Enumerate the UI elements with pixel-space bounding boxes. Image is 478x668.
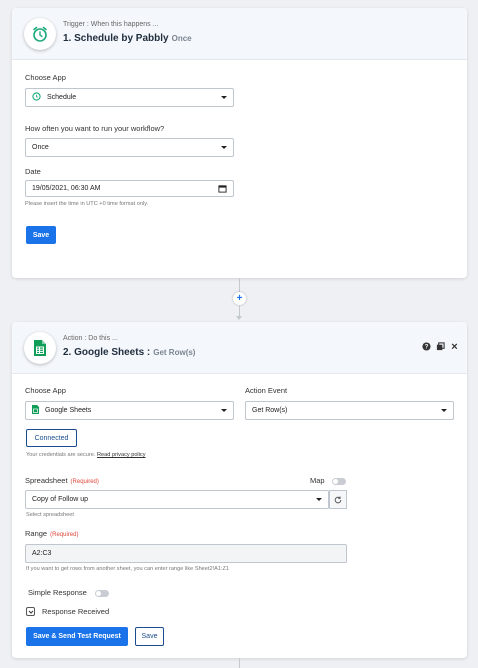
close-icon[interactable]: × xyxy=(450,341,459,353)
action-event-select[interactable]: Get Row(s) xyxy=(245,401,454,420)
action-subtitle: Action : Do this ... xyxy=(63,335,118,342)
schedule-icon xyxy=(32,92,41,103)
credentials-note: Your credentials are secure. Read privac… xyxy=(26,452,146,458)
action-title-text: 2. Google Sheets : xyxy=(63,347,151,358)
trigger-title-tag: Once xyxy=(171,34,192,43)
action-event-label: Action Event xyxy=(245,386,288,395)
spreadsheet-hint: Select spreadsheet xyxy=(26,512,74,518)
svg-text:?: ? xyxy=(425,344,429,351)
action-header[interactable]: Action : Do this ... 2. Google Sheets :G… xyxy=(12,322,467,374)
connector-line-top xyxy=(239,278,240,292)
connector-line-end xyxy=(239,658,240,668)
action-save-button[interactable]: Save xyxy=(135,627,164,646)
copy-icon[interactable] xyxy=(436,342,445,351)
choose-app-value: Schedule xyxy=(47,94,77,101)
privacy-policy-link[interactable]: Read privacy policy xyxy=(97,452,146,458)
add-step-button[interactable]: + xyxy=(233,292,246,305)
chevron-down-icon xyxy=(221,96,227,99)
choose-app-label: Choose App xyxy=(25,73,66,82)
action-card: Action : Do this ... 2. Google Sheets :G… xyxy=(12,322,467,658)
date-value: 19/05/2021, 06:30 AM xyxy=(32,185,101,192)
action-title-tag: Get Row(s) xyxy=(153,348,196,357)
response-received-chevron-icon[interactable] xyxy=(26,607,35,616)
range-required: (Required) xyxy=(50,532,79,538)
google-sheets-icon xyxy=(24,332,56,364)
range-label-text: Range xyxy=(25,529,48,538)
frequency-label: How often you want to run your workflow? xyxy=(25,124,165,133)
simple-response-toggle[interactable] xyxy=(95,590,109,597)
connected-button[interactable]: Connected xyxy=(26,429,77,447)
spreadsheet-label: Spreadsheet (Required) xyxy=(25,476,99,485)
refresh-icon[interactable] xyxy=(329,490,347,509)
sheets-mini-icon xyxy=(32,405,39,416)
range-label: Range (Required) xyxy=(25,529,78,538)
simple-response-label: Simple Response xyxy=(28,588,87,597)
action-title: 2. Google Sheets : Get Row(s) xyxy=(63,347,195,358)
calendar-icon[interactable] xyxy=(218,184,227,195)
action-choose-app-select[interactable]: Google Sheets xyxy=(25,401,234,420)
choose-app-select[interactable]: Schedule xyxy=(25,88,234,107)
trigger-title-text: 1. Schedule by Pabbly xyxy=(63,33,169,44)
alarm-clock-icon xyxy=(24,18,56,50)
action-choose-app-value: Google Sheets xyxy=(45,407,92,414)
chevron-down-icon xyxy=(441,409,447,412)
frequency-select[interactable]: Once xyxy=(25,138,234,157)
chevron-down-icon xyxy=(316,498,322,501)
chevron-down-icon xyxy=(221,146,227,149)
spreadsheet-select[interactable]: Copy of Follow up xyxy=(25,490,329,509)
spreadsheet-label-text: Spreadsheet xyxy=(25,476,68,485)
credentials-text: Your credentials are secure. xyxy=(26,452,96,458)
frequency-value: Once xyxy=(32,144,49,151)
map-toggle[interactable] xyxy=(332,478,346,485)
map-label: Map xyxy=(310,476,325,485)
trigger-title: 1. Schedule by Pabbly Once xyxy=(63,33,192,44)
trigger-subtitle: Trigger : When this happens ... xyxy=(63,21,159,28)
save-and-send-test-button[interactable]: Save & Send Test Request xyxy=(26,627,128,646)
date-hint: Please insert the time in UTC +0 time fo… xyxy=(25,201,149,207)
connector-line-bottom xyxy=(239,305,240,316)
action-choose-app-label: Choose App xyxy=(25,386,66,395)
range-value: A2:C3 xyxy=(32,550,52,557)
trigger-header[interactable]: Trigger : When this happens ... 1. Sched… xyxy=(12,8,467,60)
chevron-down-icon xyxy=(221,409,227,412)
date-label: Date xyxy=(25,167,41,176)
spreadsheet-value: Copy of Follow up xyxy=(32,496,89,503)
range-input[interactable]: A2:C3 xyxy=(25,544,347,563)
spreadsheet-required: (Required) xyxy=(70,479,99,485)
response-received-label[interactable]: Response Received xyxy=(42,607,109,616)
arrow-down-icon xyxy=(236,316,242,320)
trigger-card: Trigger : When this happens ... 1. Sched… xyxy=(12,8,467,278)
action-event-value: Get Row(s) xyxy=(252,407,288,414)
trigger-save-button[interactable]: Save xyxy=(26,226,56,244)
date-input[interactable]: 19/05/2021, 06:30 AM xyxy=(25,180,234,197)
help-icon[interactable]: ? xyxy=(422,342,431,351)
range-hint: If you want to get rows from another she… xyxy=(26,566,230,572)
